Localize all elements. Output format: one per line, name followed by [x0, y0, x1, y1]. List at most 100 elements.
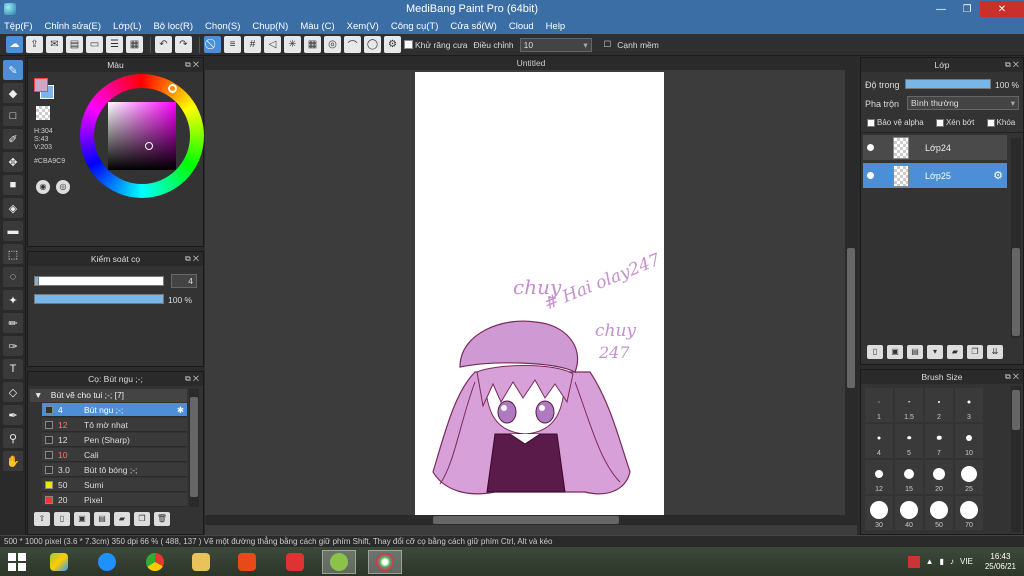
clip-checkbox[interactable]: [935, 118, 944, 127]
circle-snap-icon[interactable]: ◎: [324, 36, 341, 53]
duplicate-brush-icon[interactable]: ❐: [134, 512, 150, 526]
brush-size-scroll-thumb[interactable]: [1012, 390, 1020, 430]
canvas-horizontal-scroll-thumb[interactable]: [433, 516, 619, 524]
brush-size-option[interactable]: 2: [925, 388, 953, 422]
parallel-snap-icon[interactable]: ≡: [224, 36, 241, 53]
duplicate-layer-icon[interactable]: ❐: [967, 345, 983, 359]
panel-close-icon[interactable]: ⧉ ✕: [185, 372, 199, 386]
network-icon[interactable]: ▮: [940, 557, 944, 566]
office-icon[interactable]: [230, 550, 264, 574]
text-tool-icon[interactable]: T: [3, 359, 23, 379]
move-tool-icon[interactable]: ✥: [3, 152, 23, 172]
bluestacks-icon[interactable]: [42, 550, 76, 574]
layer-item[interactable]: Lớp24: [863, 135, 1007, 161]
lasso-tool-icon[interactable]: ◌: [3, 267, 23, 287]
brush-item[interactable]: 50 Sumi: [42, 478, 187, 492]
layer-list-scroll-thumb[interactable]: [1012, 248, 1020, 336]
menu-layer[interactable]: Lớp(L): [113, 21, 141, 32]
snap-off-icon[interactable]: ⃠: [204, 36, 221, 53]
brush-tool-icon[interactable]: ✎: [3, 60, 23, 80]
color-picker-marker[interactable]: [145, 142, 153, 150]
brush-size-option[interactable]: 4: [865, 424, 893, 458]
select-tool-icon[interactable]: ⬚: [3, 244, 23, 264]
redo-icon[interactable]: ↷: [175, 36, 192, 53]
restore-button[interactable]: ❐: [954, 1, 980, 17]
brush-size-option[interactable]: 20: [925, 460, 953, 494]
comment-icon[interactable]: ▤: [66, 36, 83, 53]
brush-size-option[interactable]: 70: [955, 496, 983, 530]
gear-icon[interactable]: ⚙: [384, 36, 401, 53]
brush-size-option[interactable]: 30: [865, 496, 893, 530]
menu-tools[interactable]: Công cụ(T): [391, 21, 439, 32]
eye-icon[interactable]: [867, 172, 874, 179]
brush-item[interactable]: 4 Bút ngu ;-; ✱: [42, 403, 187, 417]
menu-edit[interactable]: Chỉnh sửa(E): [45, 21, 102, 32]
clock[interactable]: 16:43 25/06/21: [985, 552, 1016, 572]
internet-explorer-icon[interactable]: [90, 550, 124, 574]
canvas-vertical-scrollbar[interactable]: [845, 70, 857, 515]
edge-soft-checkbox[interactable]: ☐: [604, 39, 612, 50]
blend-mode-select[interactable]: Bình thường: [907, 96, 1019, 110]
chrome-icon[interactable]: [138, 550, 172, 574]
palette-add-icon[interactable]: ◎: [56, 180, 70, 194]
brush-folder-icon[interactable]: ▰: [114, 512, 130, 526]
brush-size-option[interactable]: 15: [895, 460, 923, 494]
blur-tool-icon[interactable]: ✐: [3, 129, 23, 149]
grid-icon[interactable]: ▦: [126, 36, 143, 53]
dot-tool-icon[interactable]: □: [3, 106, 23, 126]
layer-list-scrollbar[interactable]: [1011, 138, 1021, 338]
list-icon[interactable]: ☰: [106, 36, 123, 53]
medibang-taskbar-icon[interactable]: [368, 550, 402, 574]
document-tab[interactable]: Untitled: [205, 57, 857, 70]
cube-app-icon[interactable]: [322, 550, 356, 574]
new-halftone-layer-icon[interactable]: ▤: [907, 345, 923, 359]
cloud-icon[interactable]: ☁: [6, 36, 23, 53]
menu-cloud[interactable]: Cloud: [509, 21, 534, 32]
menu-view[interactable]: Xem(V): [347, 21, 379, 32]
brush-size-option[interactable]: 1.5: [895, 388, 923, 422]
divide-tool-icon[interactable]: ◇: [3, 382, 23, 402]
hand-tool-icon[interactable]: ✋: [3, 451, 23, 471]
close-button[interactable]: ✕: [980, 1, 1024, 17]
brush-size-option[interactable]: 40: [895, 496, 923, 530]
menu-file[interactable]: Tệp(F): [4, 21, 33, 32]
brush-item[interactable]: 12 Tô mờ nhạt: [42, 418, 187, 432]
tray-arrow-icon[interactable]: ▲: [926, 557, 934, 566]
select-eraser-icon[interactable]: ✑: [3, 336, 23, 356]
magic-wand-icon[interactable]: ✦: [3, 290, 23, 310]
vivaldi-tray-icon[interactable]: [907, 555, 920, 568]
palette-icon[interactable]: ◉: [36, 180, 50, 194]
collapse-icon[interactable]: ▼: [34, 390, 42, 400]
page-icon[interactable]: ▭: [86, 36, 103, 53]
language-indicator[interactable]: VIE: [960, 557, 973, 566]
minimize-button[interactable]: —: [928, 1, 954, 17]
panel-close-icon[interactable]: ⧉ ✕: [185, 58, 199, 72]
radial-snap-icon[interactable]: ✳: [284, 36, 301, 53]
brush-list-scroll-thumb[interactable]: [190, 397, 198, 497]
undo-icon[interactable]: ↶: [155, 36, 172, 53]
protect-alpha-checkbox[interactable]: [867, 118, 875, 127]
eraser-tool-icon[interactable]: ◆: [3, 83, 23, 103]
brush-item[interactable]: 12 Pen (Sharp): [42, 433, 187, 447]
brush-size-slider[interactable]: [34, 276, 164, 286]
select-pen-icon[interactable]: ✏: [3, 313, 23, 333]
app-icon-red[interactable]: [278, 550, 312, 574]
brush-settings-icon[interactable]: ▤: [94, 512, 110, 526]
share-icon[interactable]: ⇪: [26, 36, 43, 53]
brush-group-header[interactable]: ▼ Bút vẽ cho tui ;-; [7]: [30, 389, 187, 402]
menu-window[interactable]: Cửa sổ(W): [450, 21, 496, 32]
menu-filter[interactable]: Bộ lọc(R): [153, 21, 193, 32]
brush-cloud-icon[interactable]: ⇧: [34, 512, 50, 526]
layer-menu-icon[interactable]: ▾: [927, 345, 943, 359]
cross-snap-icon[interactable]: #: [244, 36, 261, 53]
brush-item[interactable]: 20 Pixel: [42, 493, 187, 507]
chat-icon[interactable]: ✉: [46, 36, 63, 53]
adjust-select[interactable]: 10: [519, 37, 592, 52]
brush-size-option[interactable]: 7: [925, 424, 953, 458]
layer-item[interactable]: Lớp25 ⚙: [863, 163, 1007, 189]
gear-icon[interactable]: ✱: [177, 403, 184, 417]
hue-marker[interactable]: [168, 84, 177, 93]
transparent-color-swatch[interactable]: [36, 106, 50, 120]
lock-checkbox[interactable]: [986, 118, 995, 127]
panel-close-icon[interactable]: ⧉ ✕: [1005, 58, 1019, 72]
